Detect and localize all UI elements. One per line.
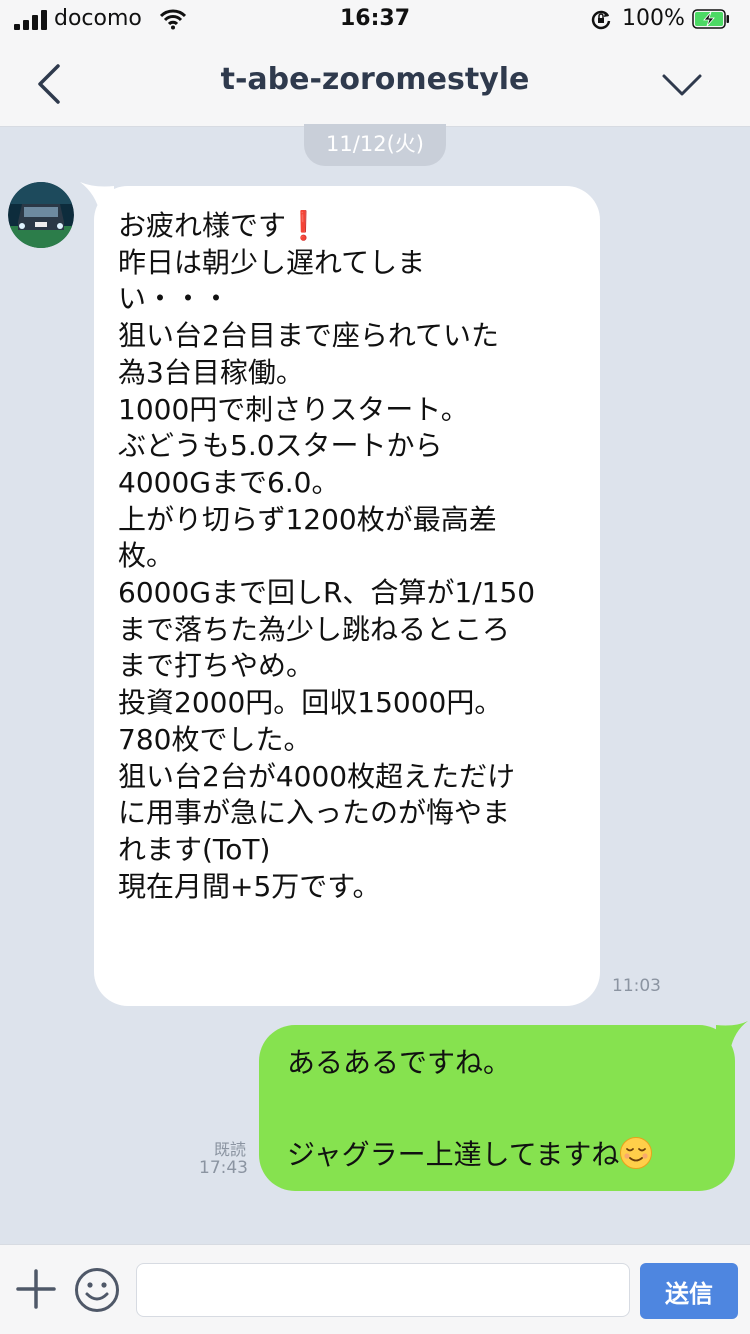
outgoing-message-line-2: ジャグラー上達してますね (287, 1138, 620, 1171)
orientation-lock-icon (591, 10, 611, 30)
outgoing-message-time: 17:43 (199, 1158, 248, 1178)
battery-percent: 100% (622, 6, 685, 31)
message-input[interactable] (136, 1263, 630, 1317)
chat-header: t-abe-zoromestyle (0, 40, 750, 127)
status-bar: docomo 16:37 100% (0, 0, 750, 40)
chat-screen: docomo 16:37 100% t-abe-zoromestyle 11/1… (0, 0, 750, 1334)
date-separator: 11/12(火) (304, 124, 446, 166)
read-receipt: 既読 (214, 1140, 247, 1159)
avatar[interactable] (8, 182, 74, 248)
chevron-down-icon[interactable] (660, 70, 704, 100)
chat-title: t-abe-zoromestyle (220, 62, 530, 97)
send-button[interactable]: 送信 (640, 1263, 738, 1319)
outgoing-message-line-1: あるあるですね。 (287, 1046, 512, 1079)
plus-icon[interactable] (16, 1269, 56, 1309)
outgoing-message-text: あるあるですね。 ジャグラー上達してますね (287, 1040, 727, 1178)
message-input-bar: 送信 (0, 1244, 750, 1334)
incoming-message-text: お疲れ様です❗️ 昨日は朝少し遅れてしま い・・・ 狙い台2台目まで座られていた… (118, 209, 536, 903)
relieved-face-emoji (620, 1137, 653, 1169)
smiley-icon[interactable] (74, 1267, 120, 1313)
incoming-message-time: 11:03 (612, 976, 661, 996)
battery-charging-icon (692, 9, 729, 29)
